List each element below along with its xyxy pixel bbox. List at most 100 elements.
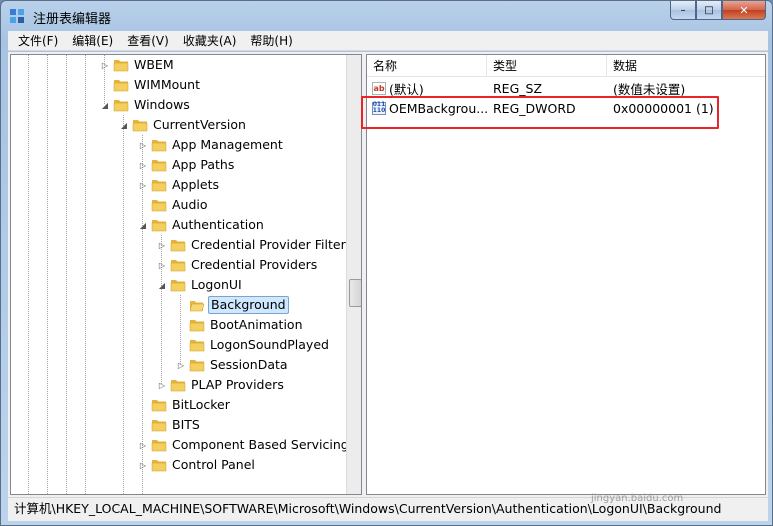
tree-item-label: App Management	[172, 137, 283, 152]
value-data: 0x00000001 (1)	[613, 100, 714, 116]
expand-arrow-icon[interactable]: ▷	[138, 440, 148, 450]
folder-icon	[151, 160, 167, 172]
list-row-default[interactable]: ab (默认) REG_SZ (数值未设置)	[367, 78, 765, 98]
collapse-arrow-icon[interactable]: ◢	[157, 280, 167, 290]
tree-item[interactable]: ▷ SessionData	[176, 355, 290, 375]
tree-item[interactable]: ▷ Control Panel	[138, 455, 257, 475]
tree-item-label: LogonSoundPlayed	[210, 337, 329, 352]
menu-bar: 文件(F) 编辑(E) 查看(V) 收藏夹(A) 帮助(H)	[8, 31, 768, 51]
close-button[interactable]: ✕	[722, 1, 766, 20]
menu-favorites[interactable]: 收藏夹(A)	[176, 32, 244, 50]
menu-file[interactable]: 文件(F)	[11, 32, 65, 50]
tree-item-label: Background	[208, 296, 289, 314]
tree-item[interactable]: BitLocker	[138, 395, 232, 415]
list-row-oembackground[interactable]: 011 110 OEMBackgrou... REG_DWORD 0x000000…	[367, 98, 765, 118]
tree-item[interactable]: BootAnimation	[176, 315, 305, 335]
expand-arrow-icon[interactable]: ▷	[176, 360, 186, 370]
tree-item[interactable]: Background	[176, 295, 289, 315]
registry-tree: ▷ WBEM WIMMount ◢ Windows ◢ CurrentVersion ▷ App…	[10, 54, 362, 495]
folder-icon	[151, 200, 167, 212]
menu-help[interactable]: 帮助(H)	[243, 32, 299, 50]
tree-item-label: Audio	[172, 197, 208, 212]
tree-item[interactable]: ▷ Credential Provider Filters	[157, 235, 354, 255]
tree-scroll-thumb[interactable]	[349, 279, 361, 307]
folder-icon	[151, 180, 167, 192]
tree-item-label: CurrentVersion	[153, 117, 246, 132]
folder-icon	[113, 100, 129, 112]
tree-item[interactable]: ▷ App Management	[138, 135, 285, 155]
tree-item[interactable]: ▷ WBEM	[100, 55, 176, 75]
menu-view[interactable]: 查看(V)	[120, 32, 176, 50]
tree-item-label: App Paths	[172, 157, 235, 172]
dword-value-icon: 011 110	[372, 101, 386, 115]
value-name: OEMBackgrou...	[389, 100, 487, 116]
folder-icon	[132, 120, 148, 132]
tree-item[interactable]: BITS	[138, 415, 202, 435]
tree-item[interactable]: Audio	[138, 195, 210, 215]
tree-item[interactable]: ▷ Component Based Servicing	[138, 435, 351, 455]
tree-item-label: Applets	[172, 177, 219, 192]
tree-item-label: SessionData	[210, 357, 288, 372]
tree-item-label: BitLocker	[172, 397, 230, 412]
maximize-button[interactable]: □	[696, 1, 722, 20]
values-list: 名称 类型 数据 ab (默认) REG_SZ (数值未设置) 011 110 O…	[366, 54, 766, 495]
tree-vertical-scrollbar[interactable]	[346, 55, 361, 494]
tree-item-label: WIMMount	[134, 77, 201, 92]
folder-icon	[113, 80, 129, 92]
value-type: REG_DWORD	[493, 100, 576, 116]
expand-arrow-icon[interactable]: ▷	[138, 140, 148, 150]
column-header-data[interactable]: 数据	[607, 55, 765, 77]
collapse-arrow-icon[interactable]: ◢	[100, 100, 110, 110]
tree-item-label: BootAnimation	[210, 317, 303, 332]
tree-item[interactable]: WIMMount	[100, 75, 202, 95]
watermark-url: jingyan.baidu.com	[591, 493, 684, 504]
tree-item-label: Control Panel	[172, 457, 255, 472]
folder-icon	[170, 240, 186, 252]
maximize-icon: □	[704, 4, 714, 16]
folder-icon	[151, 400, 167, 412]
tree-item[interactable]: ◢ Authentication	[138, 215, 266, 235]
tree-item-label: BITS	[172, 417, 200, 432]
folder-icon	[170, 260, 186, 272]
tree-item-label: PLAP Providers	[191, 377, 284, 392]
tree-item[interactable]: LogonSoundPlayed	[176, 335, 331, 355]
menu-edit[interactable]: 编辑(E)	[65, 32, 120, 50]
tree-item[interactable]: ▷ App Paths	[138, 155, 236, 175]
folder-icon	[113, 60, 129, 72]
tree-item-label: Credential Provider Filters	[191, 237, 353, 252]
tree-item-label: Credential Providers	[191, 257, 318, 272]
expand-arrow-icon[interactable]: ▷	[138, 160, 148, 170]
string-value-icon: ab	[372, 81, 386, 95]
tree-item-label: LogonUI	[191, 277, 242, 292]
expand-arrow-icon[interactable]: ▷	[138, 460, 148, 470]
value-data: (数值未设置)	[613, 81, 686, 97]
tree-item[interactable]: ◢ LogonUI	[157, 275, 244, 295]
caption-buttons: – □ ✕	[670, 1, 766, 21]
expand-arrow-icon[interactable]: ▷	[157, 260, 167, 270]
folder-icon	[170, 380, 186, 392]
minimize-button[interactable]: –	[670, 1, 696, 20]
folder-icon	[170, 280, 186, 292]
list-header: 名称 类型 数据	[367, 55, 765, 77]
tree-item[interactable]: ▷ PLAP Providers	[157, 375, 286, 395]
expand-arrow-icon[interactable]: ▷	[138, 180, 148, 190]
column-header-name[interactable]: 名称	[367, 55, 487, 77]
tree-item[interactable]: ◢ CurrentVersion	[119, 115, 248, 135]
collapse-arrow-icon[interactable]: ◢	[138, 220, 148, 230]
expand-arrow-icon[interactable]: ▷	[157, 240, 167, 250]
expand-arrow-icon[interactable]: ▷	[100, 60, 110, 70]
expand-arrow-icon[interactable]: ▷	[157, 380, 167, 390]
folder-icon	[151, 440, 167, 452]
column-header-type[interactable]: 类型	[487, 55, 607, 77]
title-bar[interactable]: 注册表编辑器 – □ ✕	[1, 1, 772, 31]
value-type: REG_SZ	[493, 80, 543, 96]
tree-item[interactable]: ◢ Windows	[100, 95, 192, 115]
collapse-arrow-icon[interactable]: ◢	[119, 120, 129, 130]
folder-icon	[189, 320, 205, 332]
tree-item[interactable]: ▷ Credential Providers	[157, 255, 319, 275]
tree-item[interactable]: ▷ Applets	[138, 175, 221, 195]
